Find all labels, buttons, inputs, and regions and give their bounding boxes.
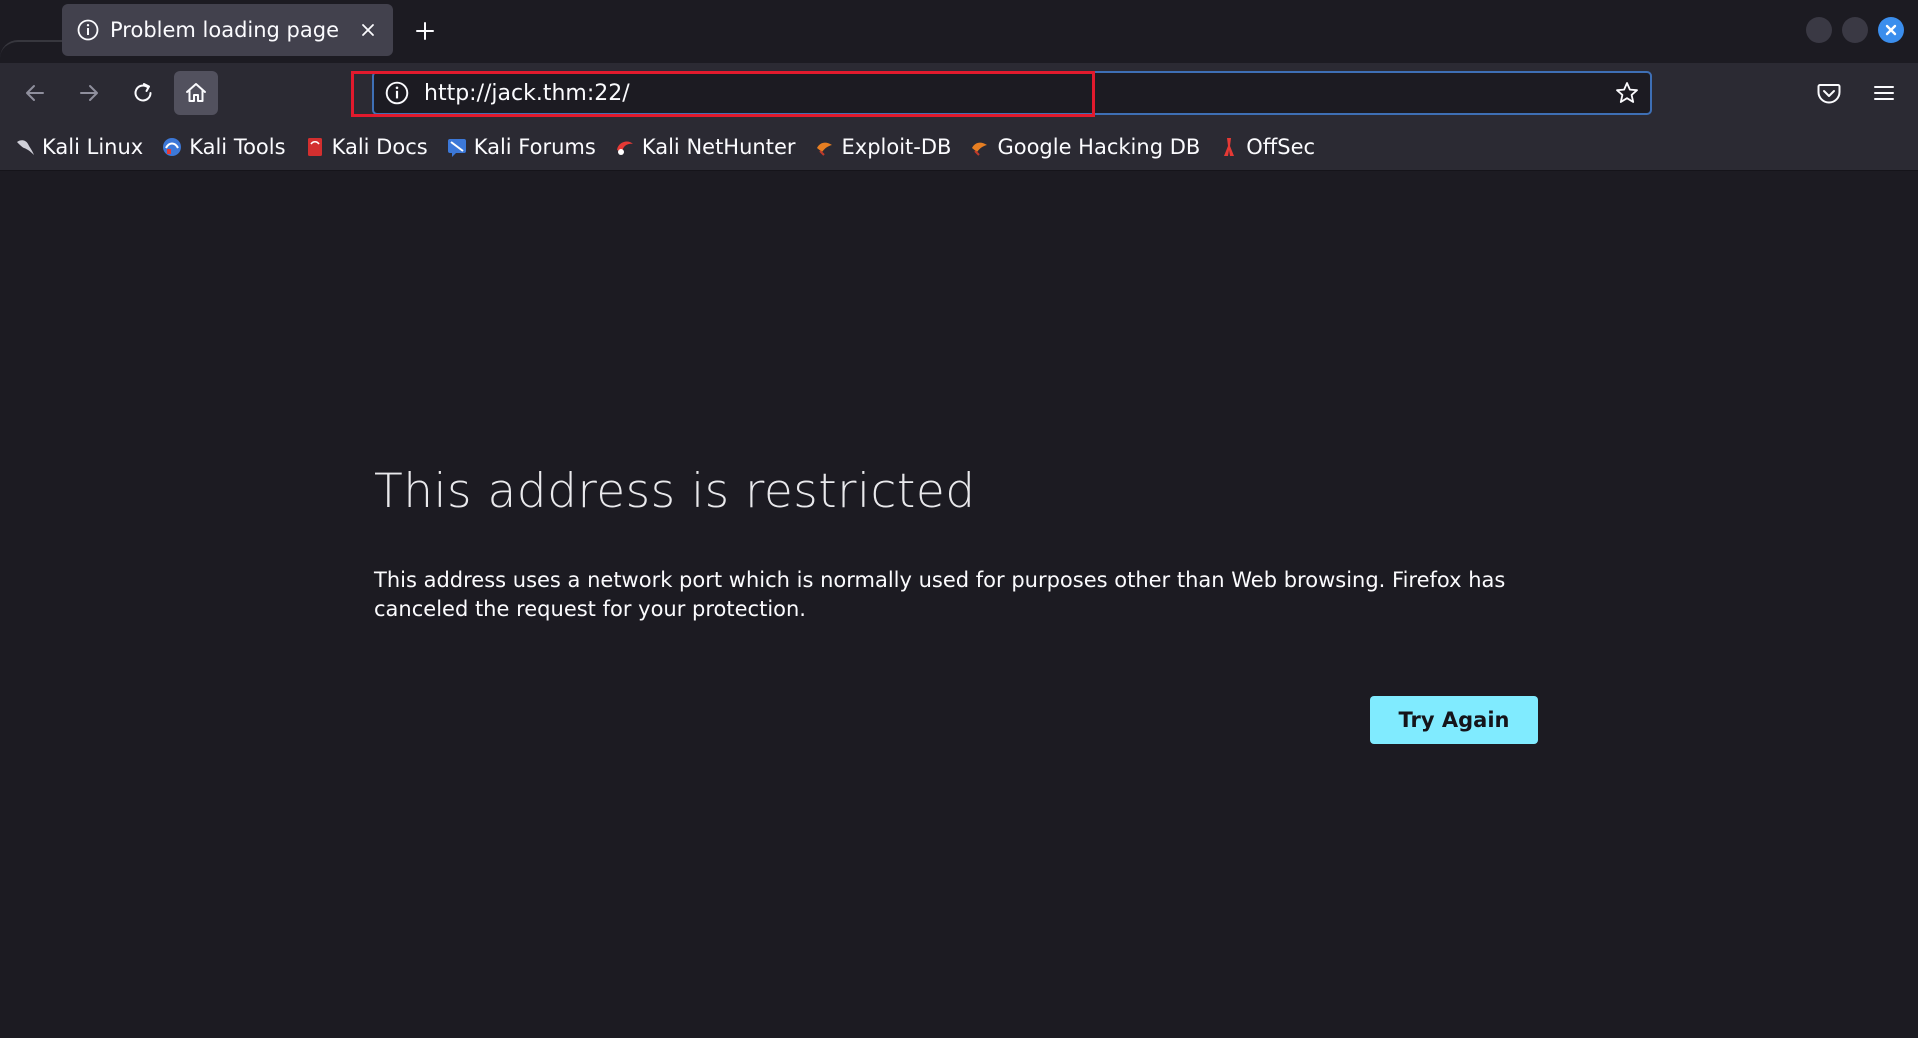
reload-button[interactable] <box>121 71 165 115</box>
home-button[interactable] <box>174 71 218 115</box>
kali-dragon-icon <box>17 139 34 155</box>
info-icon <box>77 19 99 41</box>
bookmark-kali-nethunter[interactable]: Kali NetHunter <box>614 135 796 159</box>
close-icon <box>1885 24 1897 36</box>
arrow-right-icon <box>80 85 98 101</box>
plus-icon <box>416 22 434 40</box>
window-controls <box>1806 17 1904 43</box>
bookmark-label: Kali Docs <box>331 134 428 159</box>
try-again-button[interactable]: Try Again <box>1370 696 1538 744</box>
minimize-button[interactable] <box>1806 17 1832 43</box>
maximize-button[interactable] <box>1842 17 1868 43</box>
forward-button[interactable] <box>67 71 111 115</box>
site-info-icon[interactable] <box>384 80 410 106</box>
bookmark-label: Kali Tools <box>189 134 286 159</box>
bookmark-kali-docs[interactable]: Kali Docs <box>304 135 428 159</box>
error-title: This address is restricted <box>374 464 976 519</box>
close-window-button[interactable] <box>1878 17 1904 43</box>
reload-icon <box>134 83 152 102</box>
kali-tools-icon <box>163 137 182 156</box>
new-tab-button[interactable] <box>408 14 442 48</box>
bookmark-label: Kali NetHunter <box>641 134 796 159</box>
pocket-icon[interactable] <box>1815 79 1843 107</box>
close-tab-icon[interactable] <box>357 19 379 41</box>
navigation-toolbar: http://jack.thm:22/ <box>0 63 1918 123</box>
back-button[interactable] <box>13 71 57 115</box>
bookmark-kali-forums[interactable]: Kali Forums <box>446 135 596 159</box>
bookmark-label: OffSec <box>1246 134 1316 159</box>
bookmark-label: Google Hacking DB <box>997 134 1201 159</box>
kali-docs-icon <box>307 137 322 156</box>
bookmark-label: Kali Forums <box>473 134 596 159</box>
url-bar[interactable]: http://jack.thm:22/ <box>372 71 1652 115</box>
kali-forums-icon <box>447 138 466 157</box>
url-text[interactable]: http://jack.thm:22/ <box>424 81 1614 106</box>
bookmarks-toolbar: Kali Linux Kali Tools Kali Docs Kali For… <box>0 123 1918 171</box>
bookmark-kali-linux[interactable]: Kali Linux <box>14 135 143 159</box>
bookmark-offsec[interactable]: OffSec <box>1218 135 1315 159</box>
bookmark-label: Kali Linux <box>42 134 144 159</box>
bookmark-exploit-db[interactable]: Exploit-DB <box>814 134 952 159</box>
ghdb-icon <box>972 142 988 156</box>
home-icon <box>186 83 206 102</box>
bookmark-kali-tools[interactable]: Kali Tools <box>161 134 286 159</box>
bookmark-google-hacking-db[interactable]: Google Hacking DB <box>969 135 1200 159</box>
hamburger-menu-icon[interactable] <box>1870 79 1898 107</box>
active-tab[interactable]: Problem loading page <box>62 4 393 56</box>
arrow-left-icon <box>26 85 44 101</box>
tab-strip: Problem loading page <box>0 0 1918 63</box>
kali-nethunter-icon <box>616 141 633 155</box>
tab-title: Problem loading page <box>110 18 340 42</box>
bookmark-star-icon[interactable] <box>1614 80 1640 106</box>
exploit-db-icon <box>816 142 832 156</box>
titlebar-decoration <box>0 40 70 58</box>
offsec-icon <box>1224 137 1235 156</box>
bookmark-label: Exploit-DB <box>841 134 952 159</box>
error-description: This address uses a network port which i… <box>374 568 1506 621</box>
page-content: This address is restricted This address … <box>0 171 1918 1038</box>
